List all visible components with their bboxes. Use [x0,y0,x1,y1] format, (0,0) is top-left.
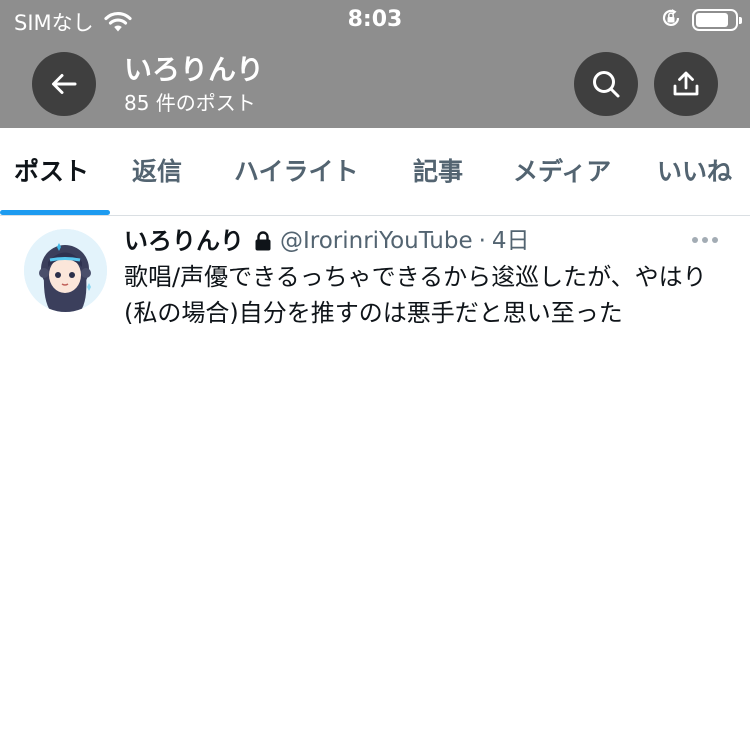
tweet[interactable]: いろりんり @IrorinriYouTube · 4日 歌唱/声優できるっちゃで… [0,217,750,337]
clock: 8:03 [347,7,403,32]
profile-tabs: ポスト 返信 ハイライト 記事 メディア いいね [0,128,750,216]
tweet-header: いろりんり @IrorinriYouTube · 4日 [124,225,530,257]
profile-header: SIMなし 8:03 いろりんり 85 件のポスト [0,0,750,128]
search-icon [590,68,622,100]
author-handle[interactable]: @IrorinriYouTube [280,225,473,257]
post-count: 85 件のポスト [124,91,256,115]
status-bar: SIMなし 8:03 [0,0,750,40]
search-button[interactable] [574,52,638,116]
tab-likes[interactable]: いいね [657,128,732,216]
more-icon[interactable] [692,237,718,243]
share-icon [671,69,701,99]
active-tab-indicator [0,210,110,215]
profile-name: いろりんり [124,53,265,86]
avatar[interactable] [24,229,107,312]
battery-icon [692,9,742,31]
share-button[interactable] [654,52,718,116]
status-right [660,7,742,33]
more-dot [702,237,708,243]
more-dot [692,237,698,243]
orientation-lock-icon [660,7,682,33]
tab-replies[interactable]: 返信 [132,128,182,216]
tab-posts[interactable]: ポスト [14,128,89,216]
battery-level [696,13,729,27]
tweet-time[interactable]: 4日 [492,225,530,257]
back-button[interactable] [32,52,96,116]
separator: · [478,228,486,254]
more-dot [712,237,718,243]
arrow-left-icon [49,69,79,99]
lock-icon [254,230,272,252]
tab-media[interactable]: メディア [513,128,611,216]
tab-highlights[interactable]: ハイライト [234,128,359,216]
tab-articles[interactable]: 記事 [413,128,463,216]
author-name[interactable]: いろりんり [124,225,244,257]
tweet-text: 歌唱/声優できるっちゃできるから逡巡したが、やはり(私の場合)自分を推すのは悪手… [124,263,707,327]
